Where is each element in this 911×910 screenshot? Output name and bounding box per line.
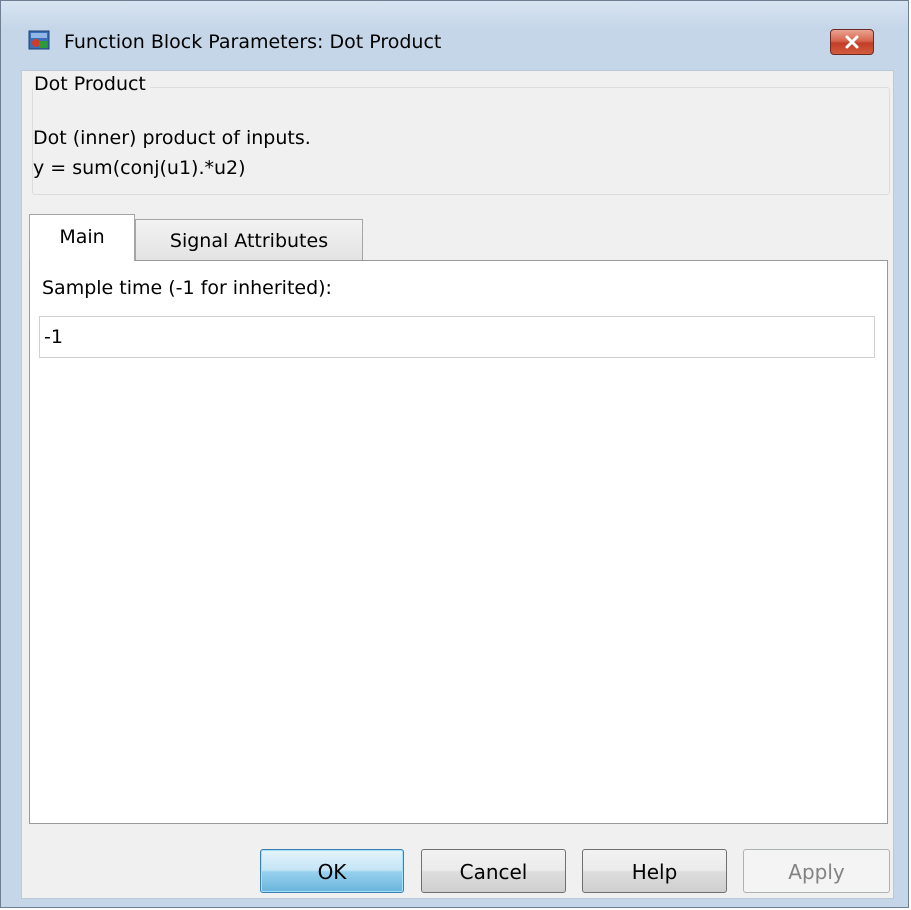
window-title: Function Block Parameters: Dot Product (64, 31, 442, 53)
tab-main[interactable]: Main (29, 214, 135, 261)
dialog-client-area: Dot Product Dot (inner) product of input… (21, 70, 894, 899)
block-description-line-2: y = sum(conj(u1).*u2) (33, 157, 246, 179)
block-name-label: Dot Product (33, 73, 150, 95)
title-bar[interactable] (1, 1, 908, 31)
block-description-line-1: Dot (inner) product of inputs. (33, 127, 311, 149)
sample-time-label: Sample time (-1 for inherited): (42, 277, 332, 299)
ok-button[interactable]: OK (260, 849, 404, 893)
sample-time-input[interactable]: -1 (39, 316, 875, 358)
simulink-block-icon[interactable] (28, 29, 50, 51)
help-button[interactable]: Help (582, 849, 727, 893)
cancel-button[interactable]: Cancel (421, 849, 566, 893)
apply-button[interactable]: Apply (743, 849, 890, 893)
close-icon (845, 35, 859, 49)
tab-signal-attributes[interactable]: Signal Attributes (135, 219, 363, 261)
close-button[interactable] (830, 29, 874, 55)
main-tab-panel: Sample time (-1 for inherited): -1 (29, 260, 888, 824)
